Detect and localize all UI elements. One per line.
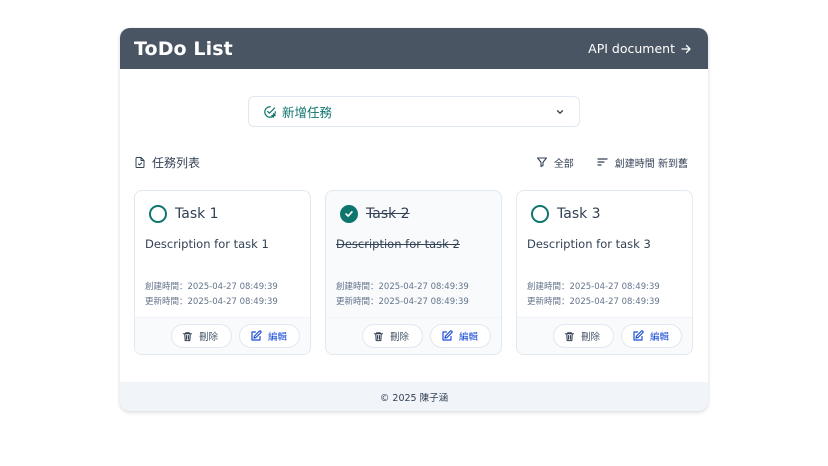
task-list-toolbar: 任務列表 全部 創建時間 新到舊: [134, 153, 688, 171]
task-checkbox[interactable]: [531, 205, 549, 223]
api-document-link[interactable]: API document: [588, 41, 692, 56]
task-card-header: Task 1: [149, 205, 219, 223]
file-check-icon: [135, 156, 145, 168]
arrow-right-icon: [681, 44, 691, 53]
edit-label: 編輯: [268, 332, 288, 343]
task-card-actions: 刪除 編輯: [326, 317, 501, 354]
task-description: Description for task 2: [336, 237, 460, 251]
task-timestamps: 創建時間：2025-04-27 08:49:39 更新時間：2025-04-27…: [336, 280, 469, 310]
edit-button[interactable]: 編輯: [430, 324, 491, 348]
task-timestamps: 創建時間：2025-04-27 08:49:39 更新時間：2025-04-27…: [527, 280, 660, 310]
task-checkbox[interactable]: [149, 205, 167, 223]
delete-button[interactable]: 刪除: [362, 324, 423, 348]
filter-button[interactable]: 全部: [536, 155, 574, 170]
task-description: Description for task 1: [145, 237, 269, 251]
task-list-heading: 任務列表: [134, 154, 200, 171]
sort-label: 創建時間 新到舊: [614, 158, 688, 170]
delete-label: 刪除: [390, 332, 410, 343]
edit-label: 編輯: [459, 332, 479, 343]
edit-icon: [442, 330, 453, 341]
task-created-time: 創建時間：2025-04-27 08:49:39: [336, 282, 469, 292]
delete-button[interactable]: 刪除: [171, 324, 232, 348]
task-updated-time: 更新時間：2025-04-27 08:49:39: [145, 297, 278, 307]
task-card-header: Task 3: [531, 205, 601, 223]
task-card-actions: 刪除 編輯: [135, 317, 310, 354]
edit-button[interactable]: 編輯: [621, 324, 682, 348]
edit-icon: [251, 330, 262, 341]
task-title: Task 2: [366, 206, 410, 222]
task-cards: Task 1 Description for task 1 創建時間：2025-…: [134, 190, 693, 355]
edit-label: 編輯: [650, 332, 670, 343]
edit-icon: [633, 330, 644, 341]
task-updated-time: 更新時間：2025-04-27 08:49:39: [527, 297, 660, 307]
task-card-header: Task 2: [340, 205, 410, 223]
task-card-actions: 刪除 編輯: [517, 317, 692, 354]
task-title: Task 3: [557, 206, 601, 222]
list-tools: 全部 創建時間 新到舊: [536, 155, 688, 170]
edit-button[interactable]: 編輯: [239, 324, 300, 348]
delete-button[interactable]: 刪除: [553, 324, 614, 348]
task-card: Task 2 Description for task 2 創建時間：2025-…: [325, 190, 502, 355]
chevron-down-icon: [556, 109, 564, 114]
delete-label: 刪除: [199, 332, 219, 343]
app-title: ToDo List: [134, 37, 233, 60]
filter-label: 全部: [553, 158, 574, 170]
task-card: Task 1 Description for task 1 創建時間：2025-…: [134, 190, 311, 355]
filter-icon: [536, 157, 547, 168]
task-created-time: 創建時間：2025-04-27 08:49:39: [527, 282, 660, 292]
app-header: ToDo List API document: [120, 28, 708, 69]
sort-icon: [597, 158, 608, 166]
sort-button[interactable]: 創建時間 新到舊: [596, 155, 688, 170]
task-checkbox[interactable]: [340, 205, 358, 223]
task-description: Description for task 3: [527, 237, 651, 251]
check-icon: [345, 211, 353, 217]
task-created-time: 創建時間：2025-04-27 08:49:39: [145, 282, 278, 292]
trash-icon: [564, 331, 575, 341]
trash-icon: [182, 331, 193, 341]
copyright-text: © 2025 陳子涵: [379, 392, 449, 404]
task-card: Task 3 Description for task 3 創建時間：2025-…: [516, 190, 693, 355]
add-task-dropdown[interactable]: 新增任務: [248, 96, 580, 127]
trash-icon: [373, 331, 384, 341]
task-timestamps: 創建時間：2025-04-27 08:49:39 更新時間：2025-04-27…: [145, 280, 278, 310]
app-window: ToDo List API document 新增任務 任務列表 全部 創建時間…: [120, 28, 708, 411]
calendar-check-icon: [264, 105, 276, 118]
task-updated-time: 更新時間：2025-04-27 08:49:39: [336, 297, 469, 307]
api-document-label: API document: [588, 41, 675, 56]
task-title: Task 1: [175, 206, 219, 222]
add-task-label: 新增任務: [282, 105, 333, 120]
task-list-title: 任務列表: [152, 155, 201, 170]
page-footer: © 2025 陳子涵: [120, 382, 708, 411]
delete-label: 刪除: [581, 332, 601, 343]
